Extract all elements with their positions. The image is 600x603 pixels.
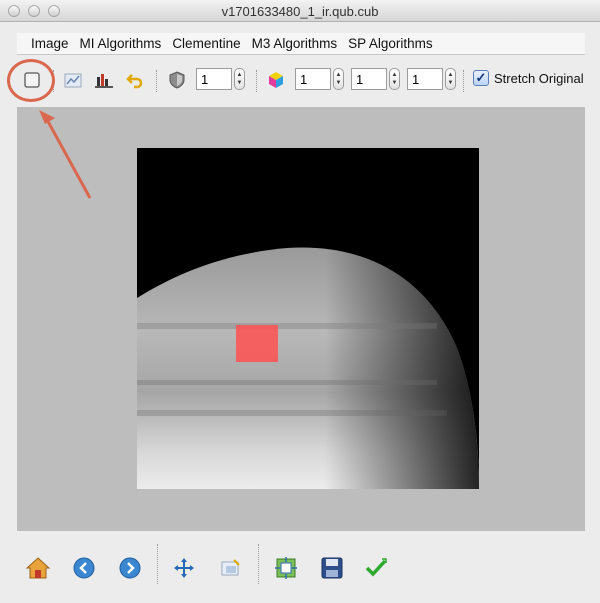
floppy-disk-icon [321,557,343,579]
app-window: v1701633480_1_ir.qub.cub Image MI Algori… [0,0,600,603]
annotation-circle [7,59,55,102]
roi-selection[interactable] [236,325,278,362]
histogram-icon [95,74,113,88]
menu-m3-algorithms[interactable]: M3 Algorithms [252,36,338,51]
planet-image [137,148,479,489]
arrow-right-icon [119,557,141,579]
image-viewport[interactable] [17,107,585,531]
bottom-toolbar [0,540,600,600]
toolbar-separator [156,70,157,92]
plot-icon [64,73,82,88]
configure-subplots-button[interactable] [272,554,300,582]
save-button[interactable] [318,554,346,582]
arrow-left-icon [73,557,95,579]
toolbar-separator [258,544,259,584]
cube-image[interactable] [137,148,479,489]
window-title: v1701633480_1_ir.qub.cub [221,4,379,19]
undo-icon [126,74,143,89]
menu-clementine[interactable]: Clementine [172,36,240,51]
forward-button[interactable] [116,554,144,582]
blue-band-field[interactable]: 1 [407,68,443,90]
apply-button[interactable] [362,554,390,582]
blue-band-stepper[interactable]: 1 ▲ ▼ [407,68,456,90]
zoom-to-rect-button[interactable] [216,554,244,582]
red-band-field[interactable]: 1 [295,68,331,90]
color-cube-icon [269,72,283,88]
chevron-up-icon: ▲ [447,72,454,78]
checkmark-icon [365,558,387,577]
menu-bar: Image MI Algorithms Clementine M3 Algori… [17,33,585,55]
zoom-rect-icon [221,559,240,576]
subplots-icon [275,557,297,579]
stretch-original-checkbox[interactable]: ✓ [473,70,489,86]
chevron-up-icon: ▲ [236,72,243,78]
menu-mi-algorithms[interactable]: MI Algorithms [80,36,162,51]
menu-sp-algorithms[interactable]: SP Algorithms [348,36,433,51]
toolbar-separator [256,70,257,92]
green-band-arrows[interactable]: ▲ ▼ [389,68,400,90]
move-arrows-icon [174,558,194,578]
home-button[interactable] [24,554,52,582]
red-band-stepper[interactable]: 1 ▲ ▼ [295,68,344,90]
stretch-original-label: Stretch Original [494,71,584,86]
back-button[interactable] [70,554,98,582]
chevron-up-icon: ▲ [391,72,398,78]
green-band-field[interactable]: 1 [351,68,387,90]
pan-button[interactable] [170,554,198,582]
chevron-down-icon: ▼ [335,80,342,86]
menu-image[interactable]: Image [31,36,69,51]
grayscale-shield-icon [169,71,185,89]
plot-button[interactable] [62,69,84,91]
chevron-down-icon: ▼ [391,80,398,86]
rgb-button[interactable] [265,69,287,91]
histogram-button[interactable] [93,69,115,91]
single-band-field[interactable]: 1 [196,68,232,90]
single-band-arrows[interactable]: ▲ ▼ [234,68,245,90]
green-band-stepper[interactable]: 1 ▲ ▼ [351,68,400,90]
chevron-down-icon: ▼ [236,80,243,86]
blue-band-arrows[interactable]: ▲ ▼ [445,68,456,90]
home-icon [26,557,50,579]
chevron-down-icon: ▼ [447,80,454,86]
toolbar-separator [157,544,158,584]
annotation-arrow [39,110,92,199]
red-band-arrows[interactable]: ▲ ▼ [333,68,344,90]
single-band-stepper[interactable]: 1 ▲ ▼ [196,68,245,90]
chevron-up-icon: ▲ [335,72,342,78]
undo-button[interactable] [124,69,146,91]
title-bar: v1701633480_1_ir.qub.cub [0,0,600,22]
toolbar-separator [463,70,464,92]
single-band-button[interactable] [166,69,188,91]
